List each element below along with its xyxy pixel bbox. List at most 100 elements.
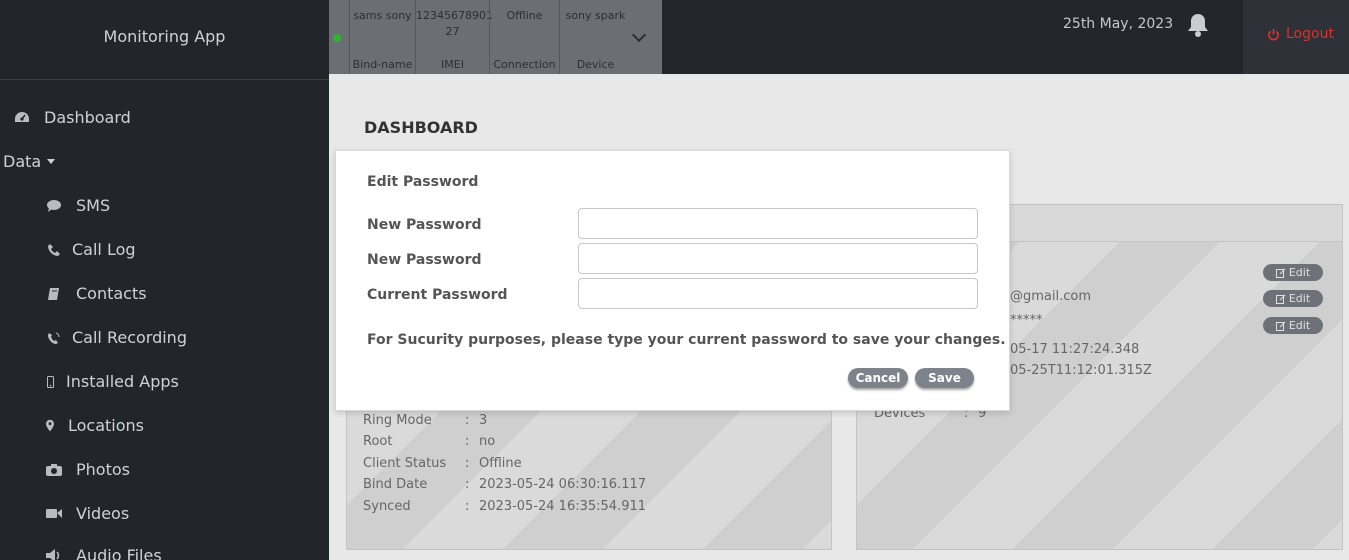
phone-volume-icon bbox=[46, 330, 62, 346]
tachometer-icon bbox=[14, 110, 30, 126]
sidebar-item-videos[interactable]: Videos bbox=[46, 504, 129, 523]
info-value: 2023-05-24 16:35:54.911 bbox=[479, 499, 647, 514]
info-value: Offline bbox=[479, 456, 522, 471]
sidebar: Monitoring App Dashboard Data SMS Call L… bbox=[0, 0, 329, 560]
info-value: 2023-05-24 06:30:16.117 bbox=[479, 477, 647, 492]
info-label: Bind Date bbox=[363, 477, 428, 492]
device-model: sony spark Device bbox=[559, 0, 631, 74]
data-menu-label: Data bbox=[3, 152, 42, 171]
info-label: Root bbox=[363, 434, 393, 449]
status-online-indicator bbox=[333, 34, 341, 42]
sidebar-item-label: Dashboard bbox=[44, 108, 131, 127]
edit-email-button[interactable]: Edit bbox=[1263, 290, 1323, 307]
info-row-bind-date: Bind Date:2023-05-24 06:30:16.117 bbox=[363, 477, 646, 492]
edit-password-modal: Edit Password New Password New Password … bbox=[335, 150, 1010, 411]
device-connection: Offline Connection bbox=[489, 0, 559, 74]
map-marker-icon bbox=[46, 418, 54, 434]
edit-icon bbox=[1275, 294, 1286, 304]
imei-line-1: 12345678901 bbox=[416, 9, 493, 22]
account-created: 05-17 11:27:24.348 bbox=[1010, 342, 1140, 357]
connection-value: Offline bbox=[506, 9, 543, 22]
security-note: For Sucurity purposes, please type your … bbox=[367, 332, 1006, 348]
edit-password-button[interactable]: Edit bbox=[1263, 317, 1323, 334]
confirm-password-input[interactable] bbox=[578, 243, 978, 274]
sidebar-item-label: Photos bbox=[76, 460, 130, 479]
save-button[interactable]: Save bbox=[915, 368, 974, 388]
device-bind-name: sams sony Bind-name bbox=[349, 0, 415, 74]
modal-title: Edit Password bbox=[367, 174, 479, 190]
new-password-input[interactable] bbox=[578, 208, 978, 239]
phone-icon bbox=[46, 242, 62, 258]
info-row-root: Root: no bbox=[363, 434, 495, 449]
info-label: Ring Mode bbox=[363, 413, 432, 428]
sidebar-item-label: Call Recording bbox=[72, 328, 187, 347]
sidebar-item-sms[interactable]: SMS bbox=[46, 196, 110, 215]
sidebar-item-label: Contacts bbox=[76, 284, 147, 303]
sidebar-item-dashboard[interactable]: Dashboard bbox=[14, 108, 131, 127]
mobile-icon bbox=[46, 374, 54, 390]
device-value: sony spark bbox=[565, 9, 626, 22]
sidebar-item-label: SMS bbox=[76, 196, 111, 215]
edit-icon bbox=[1275, 321, 1286, 331]
info-colon: : bbox=[465, 434, 470, 449]
app-title: Monitoring App bbox=[0, 0, 329, 80]
info-colon: : bbox=[465, 477, 470, 492]
edit-label: Edit bbox=[1288, 292, 1311, 305]
info-value: 3 bbox=[479, 413, 488, 428]
imei-header: IMEI bbox=[441, 58, 464, 71]
account-password: ***** bbox=[1010, 313, 1043, 328]
info-row-synced: Synced:2023-05-24 16:35:54.911 bbox=[363, 499, 646, 514]
logout-button[interactable]: Logout bbox=[1267, 26, 1334, 42]
sidebar-item-label: Installed Apps bbox=[66, 372, 179, 391]
info-colon: : bbox=[465, 456, 470, 471]
account-updated: 05-25T11:12:01.315Z bbox=[1010, 363, 1152, 378]
info-row-client-status: Client Status: Offline bbox=[363, 456, 522, 471]
imei-value: 12345678901 27 bbox=[416, 8, 493, 40]
caret-down-icon bbox=[47, 159, 56, 164]
imei-line-2: 27 bbox=[445, 25, 460, 38]
bind-name-header: Bind-name bbox=[352, 58, 413, 71]
volume-icon bbox=[46, 548, 62, 560]
page-title: DASHBOARD bbox=[364, 118, 478, 137]
edit-name-button[interactable]: Edit bbox=[1263, 264, 1323, 281]
info-colon: : bbox=[465, 499, 470, 514]
edit-label: Edit bbox=[1288, 266, 1311, 279]
edit-icon bbox=[1275, 268, 1286, 278]
sidebar-item-label: Audio Files bbox=[76, 546, 162, 560]
sidebar-item-audio-files[interactable]: Audio Files bbox=[46, 546, 162, 560]
sidebar-item-contacts[interactable]: Contacts bbox=[46, 284, 147, 303]
sidebar-item-installed-apps[interactable]: Installed Apps bbox=[46, 372, 179, 391]
info-row-ring-mode: Ring Mode:3 bbox=[363, 413, 487, 428]
comment-icon bbox=[46, 198, 62, 214]
sidebar-item-locations[interactable]: Locations bbox=[46, 416, 144, 435]
current-password-label: Current Password bbox=[367, 287, 508, 303]
edit-label: Edit bbox=[1288, 319, 1311, 332]
cancel-button[interactable]: Cancel bbox=[848, 368, 908, 388]
sidebar-item-label: Videos bbox=[76, 504, 130, 523]
connection-header: Connection bbox=[493, 58, 556, 71]
info-label: Synced bbox=[363, 499, 411, 514]
camera-icon bbox=[46, 462, 62, 478]
confirm-password-label: New Password bbox=[367, 252, 482, 268]
current-date: 25th May, 2023 bbox=[1063, 16, 1174, 32]
sidebar-item-call-log[interactable]: Call Log bbox=[46, 240, 136, 259]
data-menu-toggle[interactable]: Data bbox=[3, 152, 56, 171]
info-value: no bbox=[479, 434, 496, 449]
device-imei: 12345678901 27 IMEI bbox=[415, 0, 493, 74]
logout-label: Logout bbox=[1286, 26, 1334, 42]
power-icon bbox=[1268, 28, 1279, 40]
info-colon: : bbox=[465, 413, 470, 428]
sidebar-item-label: Call Log bbox=[72, 240, 136, 259]
sidebar-item-call-recording[interactable]: Call Recording bbox=[46, 328, 187, 347]
sidebar-item-label: Locations bbox=[68, 416, 145, 435]
book-icon bbox=[46, 286, 62, 302]
video-icon bbox=[46, 506, 62, 522]
account-email: @gmail.com bbox=[1010, 289, 1092, 304]
sidebar-item-photos[interactable]: Photos bbox=[46, 460, 130, 479]
info-label: Client Status bbox=[363, 456, 447, 471]
device-header: Device bbox=[576, 58, 615, 71]
bell-icon[interactable] bbox=[1186, 12, 1210, 38]
bind-name-value: sams sony bbox=[353, 9, 412, 22]
current-password-input[interactable] bbox=[578, 278, 978, 309]
new-password-label: New Password bbox=[367, 217, 482, 233]
